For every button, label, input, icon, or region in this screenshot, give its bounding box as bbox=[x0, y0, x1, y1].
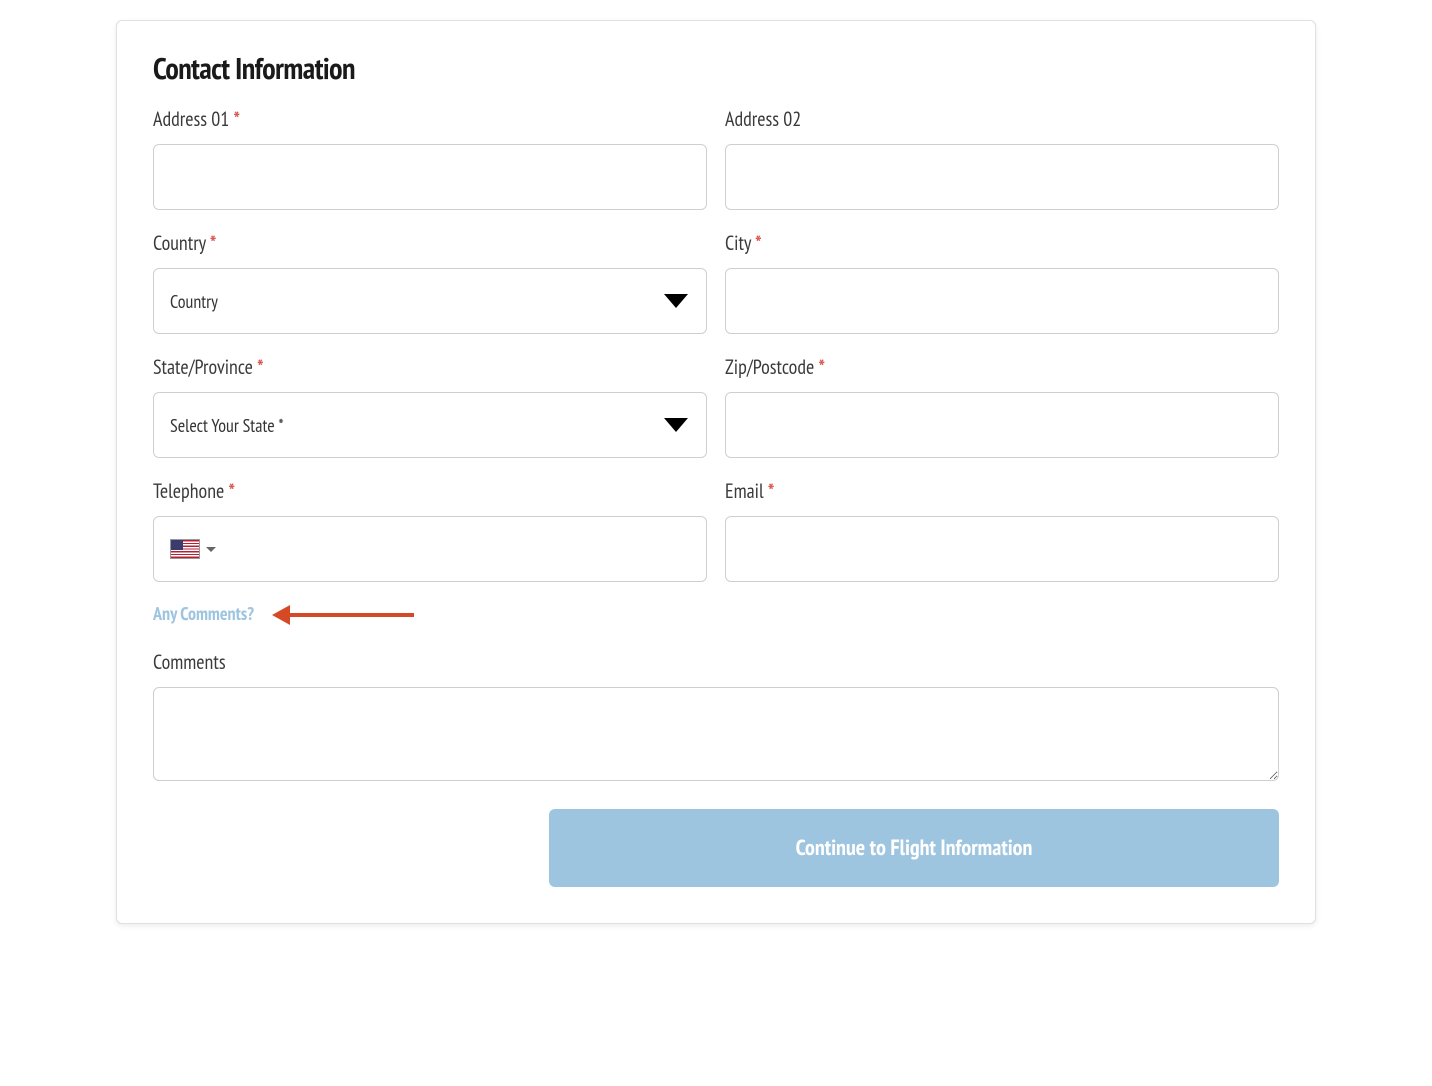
field-telephone: Telephone * bbox=[153, 478, 707, 582]
flag-us-icon bbox=[170, 539, 200, 559]
label-country: Country * bbox=[153, 230, 707, 256]
address1-input[interactable] bbox=[153, 144, 707, 210]
city-input[interactable] bbox=[725, 268, 1279, 334]
required-marker: * bbox=[234, 106, 240, 132]
comments-textarea[interactable] bbox=[153, 687, 1279, 781]
telephone-input-wrap bbox=[153, 516, 707, 582]
required-marker: * bbox=[768, 478, 774, 504]
label-address2: Address 02 bbox=[725, 106, 1279, 132]
contact-information-card: Contact Information Address 01 * Address… bbox=[116, 20, 1316, 924]
telephone-input[interactable] bbox=[216, 517, 706, 581]
label-email: Email * bbox=[725, 478, 1279, 504]
chevron-down-icon bbox=[664, 294, 688, 308]
chevron-down-icon bbox=[664, 418, 688, 432]
label-text: Email bbox=[725, 478, 764, 504]
section-title: Contact Information bbox=[153, 49, 1279, 88]
label-text: Address 02 bbox=[725, 106, 801, 132]
required-marker: * bbox=[229, 478, 235, 504]
country-select-value: Country bbox=[170, 290, 218, 313]
comments-toggle-link[interactable]: Any Comments? bbox=[153, 602, 254, 625]
label-zip: Zip/Postcode * bbox=[725, 354, 1279, 380]
label-telephone: Telephone * bbox=[153, 478, 707, 504]
label-city: City * bbox=[725, 230, 1279, 256]
chevron-down-icon bbox=[206, 547, 216, 552]
required-marker: * bbox=[755, 230, 761, 256]
state-select-value: Select Your State * bbox=[170, 414, 284, 437]
country-select[interactable]: Country bbox=[153, 268, 707, 334]
phone-country-picker[interactable] bbox=[154, 517, 216, 581]
label-text: Address 01 bbox=[153, 106, 229, 132]
field-address1: Address 01 * bbox=[153, 106, 707, 210]
arrow-annotation bbox=[274, 613, 414, 615]
field-address2: Address 02 bbox=[725, 106, 1279, 210]
address2-input[interactable] bbox=[725, 144, 1279, 210]
label-text: Zip/Postcode bbox=[725, 354, 814, 380]
field-email: Email * bbox=[725, 478, 1279, 582]
button-row: Continue to Flight Information bbox=[153, 809, 1279, 887]
state-select[interactable]: Select Your State * bbox=[153, 392, 707, 458]
label-text: Comments bbox=[153, 649, 226, 675]
email-input[interactable] bbox=[725, 516, 1279, 582]
continue-button[interactable]: Continue to Flight Information bbox=[549, 809, 1279, 887]
form-grid: Address 01 * Address 02 Country * Countr… bbox=[153, 106, 1279, 582]
field-zip: Zip/Postcode * bbox=[725, 354, 1279, 458]
field-comments: Comments bbox=[153, 649, 1279, 781]
field-state: State/Province * Select Your State * bbox=[153, 354, 707, 458]
label-text: City bbox=[725, 230, 751, 256]
required-marker: * bbox=[210, 230, 216, 256]
label-text: Country bbox=[153, 230, 206, 256]
label-text: State/Province bbox=[153, 354, 253, 380]
label-address1: Address 01 * bbox=[153, 106, 707, 132]
label-text: Telephone bbox=[153, 478, 224, 504]
arrow-line bbox=[284, 613, 414, 617]
zip-input[interactable] bbox=[725, 392, 1279, 458]
label-comments: Comments bbox=[153, 649, 1279, 675]
label-state: State/Province * bbox=[153, 354, 707, 380]
field-country: Country * Country bbox=[153, 230, 707, 334]
comments-toggle-row: Any Comments? bbox=[153, 602, 1279, 625]
field-city: City * bbox=[725, 230, 1279, 334]
required-marker: * bbox=[819, 354, 825, 380]
required-marker: * bbox=[257, 354, 263, 380]
